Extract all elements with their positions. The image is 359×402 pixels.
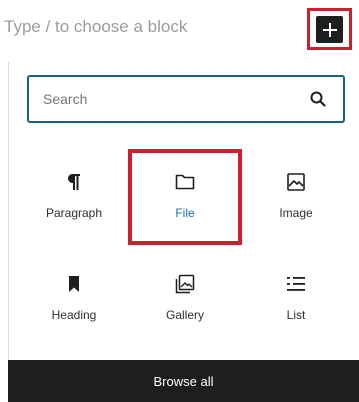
- block-label-file: File: [175, 206, 195, 220]
- search-input[interactable]: [43, 91, 283, 107]
- add-block-button[interactable]: [316, 16, 343, 43]
- block-item-heading[interactable]: Heading: [27, 256, 121, 342]
- block-item-file[interactable]: File: [138, 154, 232, 240]
- block-label-heading: Heading: [51, 308, 97, 322]
- block-label-paragraph: Paragraph: [45, 206, 103, 220]
- plus-icon: [322, 22, 337, 37]
- block-item-list[interactable]: List: [249, 256, 343, 342]
- bookmark-icon: [62, 272, 86, 296]
- block-placeholder[interactable]: Type / to choose a block: [0, 10, 304, 44]
- block-label-image: Image: [279, 206, 313, 220]
- search-icon[interactable]: [309, 90, 327, 108]
- block-item-gallery[interactable]: Gallery: [138, 256, 232, 342]
- block-item-image[interactable]: Image: [249, 154, 343, 240]
- block-item-paragraph[interactable]: Paragraph: [27, 154, 121, 240]
- search-field[interactable]: [27, 75, 345, 123]
- folder-icon: [173, 170, 197, 194]
- image-icon: [284, 170, 308, 194]
- list-icon: [284, 272, 308, 296]
- browse-all-button[interactable]: Browse all: [8, 360, 359, 402]
- block-label-list: List: [286, 308, 306, 322]
- block-inserter-screen: Type / to choose a block Paragraph Fil: [0, 0, 359, 402]
- paragraph-icon: [62, 170, 86, 194]
- block-label-gallery: Gallery: [165, 308, 204, 322]
- gallery-icon: [173, 272, 197, 296]
